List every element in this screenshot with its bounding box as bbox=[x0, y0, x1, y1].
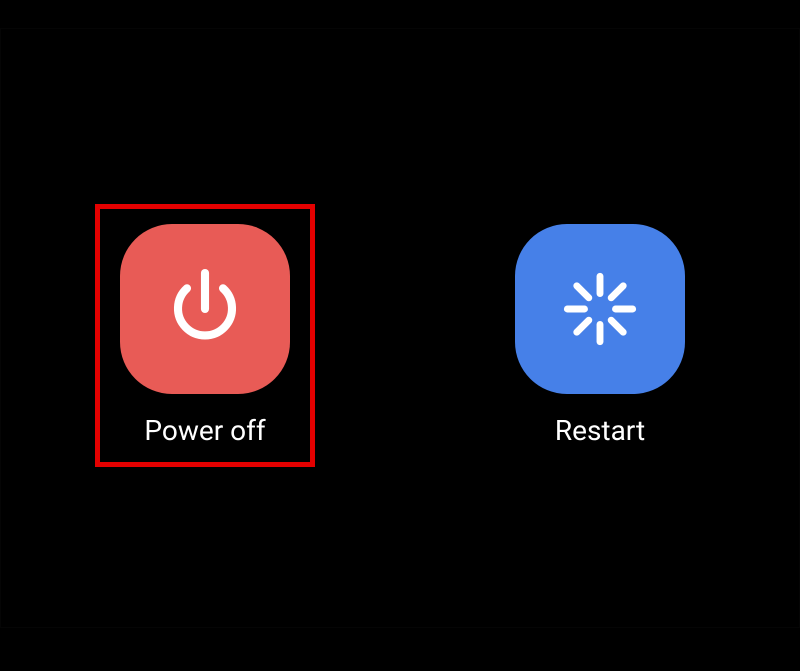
restart-icon bbox=[557, 266, 643, 352]
restart-button[interactable] bbox=[515, 224, 685, 394]
restart-option[interactable]: Restart bbox=[495, 204, 705, 467]
power-off-option[interactable]: Power off bbox=[95, 204, 315, 467]
power-off-label: Power off bbox=[144, 414, 265, 447]
power-off-button[interactable] bbox=[120, 224, 290, 394]
power-icon bbox=[160, 264, 250, 354]
restart-label: Restart bbox=[555, 414, 645, 447]
power-menu: Power off Restart bbox=[95, 204, 705, 467]
